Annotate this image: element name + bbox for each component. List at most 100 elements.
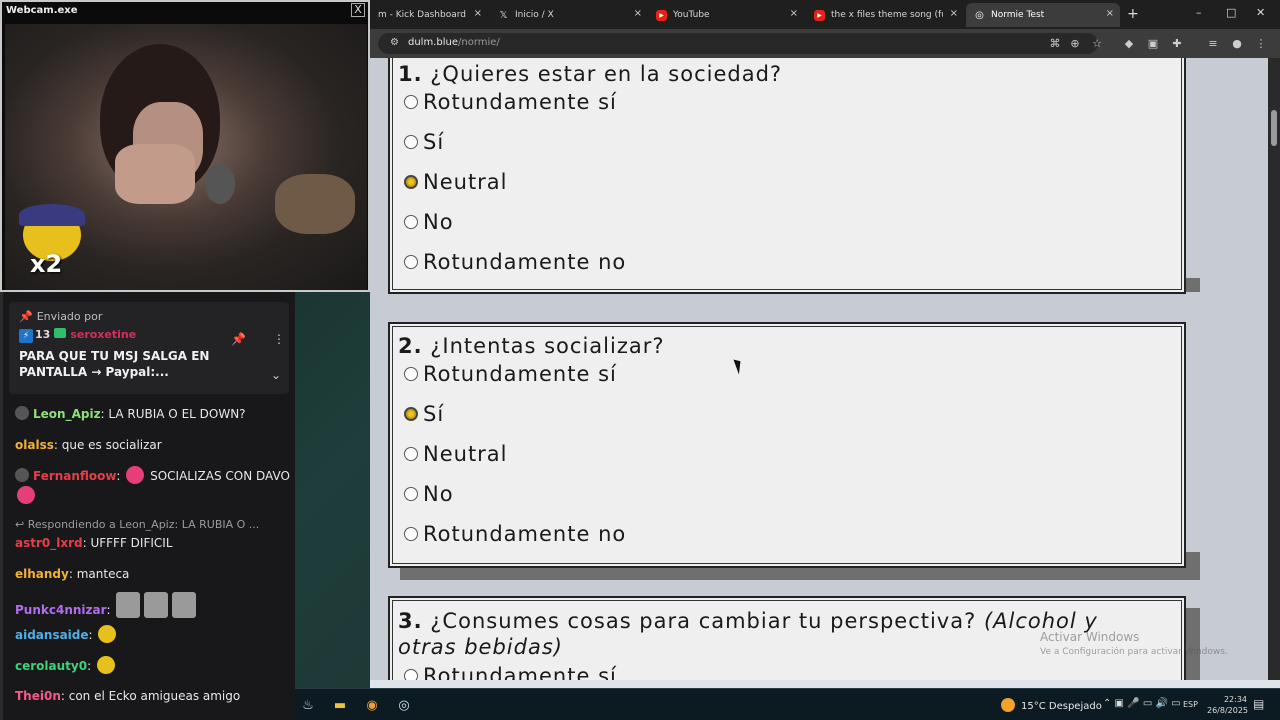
emote-multiplier: x2 xyxy=(30,250,63,278)
window-close-button[interactable]: ✕ xyxy=(1256,6,1265,19)
radio-button[interactable] xyxy=(404,215,418,229)
radio-button[interactable] xyxy=(404,135,418,149)
omnibox[interactable]: ⚙ dulm.blue/normie/ xyxy=(378,33,1098,54)
menu-kebab-icon[interactable]: ⋮ xyxy=(1254,37,1268,50)
radio-button[interactable] xyxy=(404,367,418,381)
pinned-message[interactable]: 📌 Enviado por ⚡ 13 seroxetine PARA QUE TU M… xyxy=(9,302,289,394)
webcam-close-button[interactable]: X xyxy=(351,3,365,17)
option-label: No xyxy=(423,210,454,234)
youtube-icon: ▶ xyxy=(814,9,825,21)
radio-button[interactable] xyxy=(404,487,418,501)
question-number: 1. xyxy=(398,62,423,86)
tab-label: YouTube xyxy=(673,10,710,20)
option-rotundamente-no[interactable]: Rotundamente no xyxy=(404,522,626,546)
extension-translate-icon[interactable]: ▣ xyxy=(1146,37,1160,50)
file-explorer-icon[interactable]: ▬ xyxy=(331,697,349,715)
page-scrollbar[interactable] xyxy=(1268,58,1280,680)
option-no[interactable]: No xyxy=(404,210,454,234)
close-icon[interactable]: × xyxy=(474,8,482,19)
more-options-icon[interactable]: ⋮ xyxy=(273,332,285,346)
unpin-icon[interactable]: 📌 xyxy=(231,332,246,346)
option-neutral[interactable]: Neutral xyxy=(404,442,508,466)
question-text: ¿Intentas socializar? xyxy=(430,334,665,358)
option-rotundamente-si[interactable]: Rotundamente sí xyxy=(404,664,617,680)
cat xyxy=(275,174,355,234)
close-icon[interactable]: × xyxy=(634,8,642,19)
chrome-icon[interactable]: ◉ xyxy=(363,697,381,715)
new-tab-button[interactable]: + xyxy=(1127,6,1139,22)
clock[interactable]: 22:34 26/8/2025 xyxy=(1207,694,1248,716)
option-neutral[interactable]: Neutral xyxy=(404,170,508,194)
watermark-title: Activar Windows xyxy=(1040,630,1140,644)
chat-username[interactable]: astr0_lxrd xyxy=(15,536,83,550)
chat-username[interactable]: Punkc4nnizar xyxy=(15,603,107,617)
system-tray[interactable]: ⌃ ▣ 🎤 ▭ 🔊 ▭ xyxy=(1103,698,1181,709)
radio-button[interactable] xyxy=(404,527,418,541)
chat-username[interactable]: elhandy xyxy=(15,567,69,581)
maximize-button[interactable]: □ xyxy=(1226,6,1236,19)
language-indicator[interactable]: ESP xyxy=(1183,700,1198,709)
option-si[interactable]: Sí xyxy=(404,130,444,154)
pinned-label-text: Enviado por xyxy=(36,310,103,323)
clock-time: 22:34 xyxy=(1223,695,1247,704)
option-rotundamente-si[interactable]: Rotundamente sí xyxy=(404,362,617,386)
media-control-icon[interactable]: ≡ xyxy=(1206,37,1220,50)
option-rotundamente-si[interactable]: Rotundamente sí xyxy=(404,90,617,114)
extension-m-icon[interactable]: ◆ xyxy=(1122,37,1136,50)
profile-avatar-icon[interactable]: ● xyxy=(1230,37,1244,50)
steam-icon[interactable]: ♨ xyxy=(299,697,317,715)
bookmark-star-icon[interactable]: ☆ xyxy=(1090,37,1104,50)
activate-windows-watermark: Activar Windows Ve a Configuración para … xyxy=(1040,630,1228,657)
chat-username[interactable]: Fernanfloow xyxy=(33,469,116,483)
browser-window: m - Kick Dashboard × 𝕏 Inicio / X × ▶ Yo… xyxy=(370,0,1280,688)
option-label: Neutral xyxy=(423,442,508,466)
close-icon[interactable]: × xyxy=(790,8,798,19)
chat-message: aidansaide: xyxy=(15,625,290,645)
radio-button-selected[interactable] xyxy=(404,407,418,421)
chat-username[interactable]: Thei0n xyxy=(15,689,61,703)
option-no[interactable]: No xyxy=(404,482,454,506)
radio-button[interactable] xyxy=(404,255,418,269)
chat-text: SOCIALIZAS CON DAVO xyxy=(150,469,290,483)
close-icon[interactable]: × xyxy=(1106,8,1114,19)
radio-button[interactable] xyxy=(404,447,418,461)
translate-icon[interactable]: ⌘ xyxy=(1048,37,1062,50)
chat-username[interactable]: Leon_Apiz xyxy=(33,407,101,421)
tab-normie-test[interactable]: ◎ Normie Test × xyxy=(966,3,1120,27)
url-text[interactable]: dulm.blue/normie/ xyxy=(408,37,500,48)
chat-username[interactable]: aidansaide xyxy=(15,628,89,642)
chat-message: Thei0n: con el Ecko amigueas amigo xyxy=(15,689,241,703)
user-badge-icon xyxy=(15,406,29,420)
chevron-down-icon[interactable]: ⌄ xyxy=(271,368,281,382)
tab-x-files-theme[interactable]: ▶ the x files theme song (full vers × xyxy=(806,3,964,27)
radio-button[interactable] xyxy=(404,95,418,109)
tab-youtube[interactable]: ▶ YouTube × xyxy=(648,3,804,27)
option-si[interactable]: Sí xyxy=(404,402,444,426)
scrollbar-thumb[interactable] xyxy=(1271,110,1277,146)
reply-text: Respondiendo a Leon_Apiz: LA RUBIA O ... xyxy=(27,518,260,531)
close-icon[interactable]: × xyxy=(950,8,958,19)
weather-widget[interactable]: 15°C Despejado xyxy=(1001,698,1102,712)
option-rotundamente-no[interactable]: Rotundamente no xyxy=(404,250,626,274)
obs-icon[interactable]: ◎ xyxy=(395,697,413,715)
extensions-puzzle-icon[interactable]: ✚ xyxy=(1170,37,1184,50)
minimize-button[interactable]: – xyxy=(1196,6,1202,19)
chat-username[interactable]: cerolauty0 xyxy=(15,659,87,673)
radio-button-selected[interactable] xyxy=(404,175,418,189)
tab-kick-dashboard[interactable]: m - Kick Dashboard × xyxy=(370,3,488,27)
notifications-icon[interactable]: ▤ xyxy=(1253,697,1264,711)
pinned-username[interactable]: seroxetine xyxy=(70,328,136,341)
chat-message: cerolauty0: xyxy=(15,656,290,676)
tab-label: Inicio / X xyxy=(515,10,554,20)
ghost-emote-icon xyxy=(116,592,141,618)
option-label: No xyxy=(423,482,454,506)
webcam-feed: x2 xyxy=(5,24,367,290)
radio-button[interactable] xyxy=(404,669,418,680)
chat-username[interactable]: olalss xyxy=(15,438,54,452)
tab-inicio-x[interactable]: 𝕏 Inicio / X × xyxy=(490,3,648,27)
webcam-window: Webcam.exe X x2 xyxy=(0,0,370,292)
question-card-1: 1. ¿Quieres estar en la sociedad? Rotund… xyxy=(388,58,1186,294)
site-info-icon[interactable]: ⚙ xyxy=(390,37,399,48)
zoom-icon[interactable]: ⊕ xyxy=(1068,37,1082,50)
question-title: 1. ¿Quieres estar en la sociedad? xyxy=(398,62,782,86)
